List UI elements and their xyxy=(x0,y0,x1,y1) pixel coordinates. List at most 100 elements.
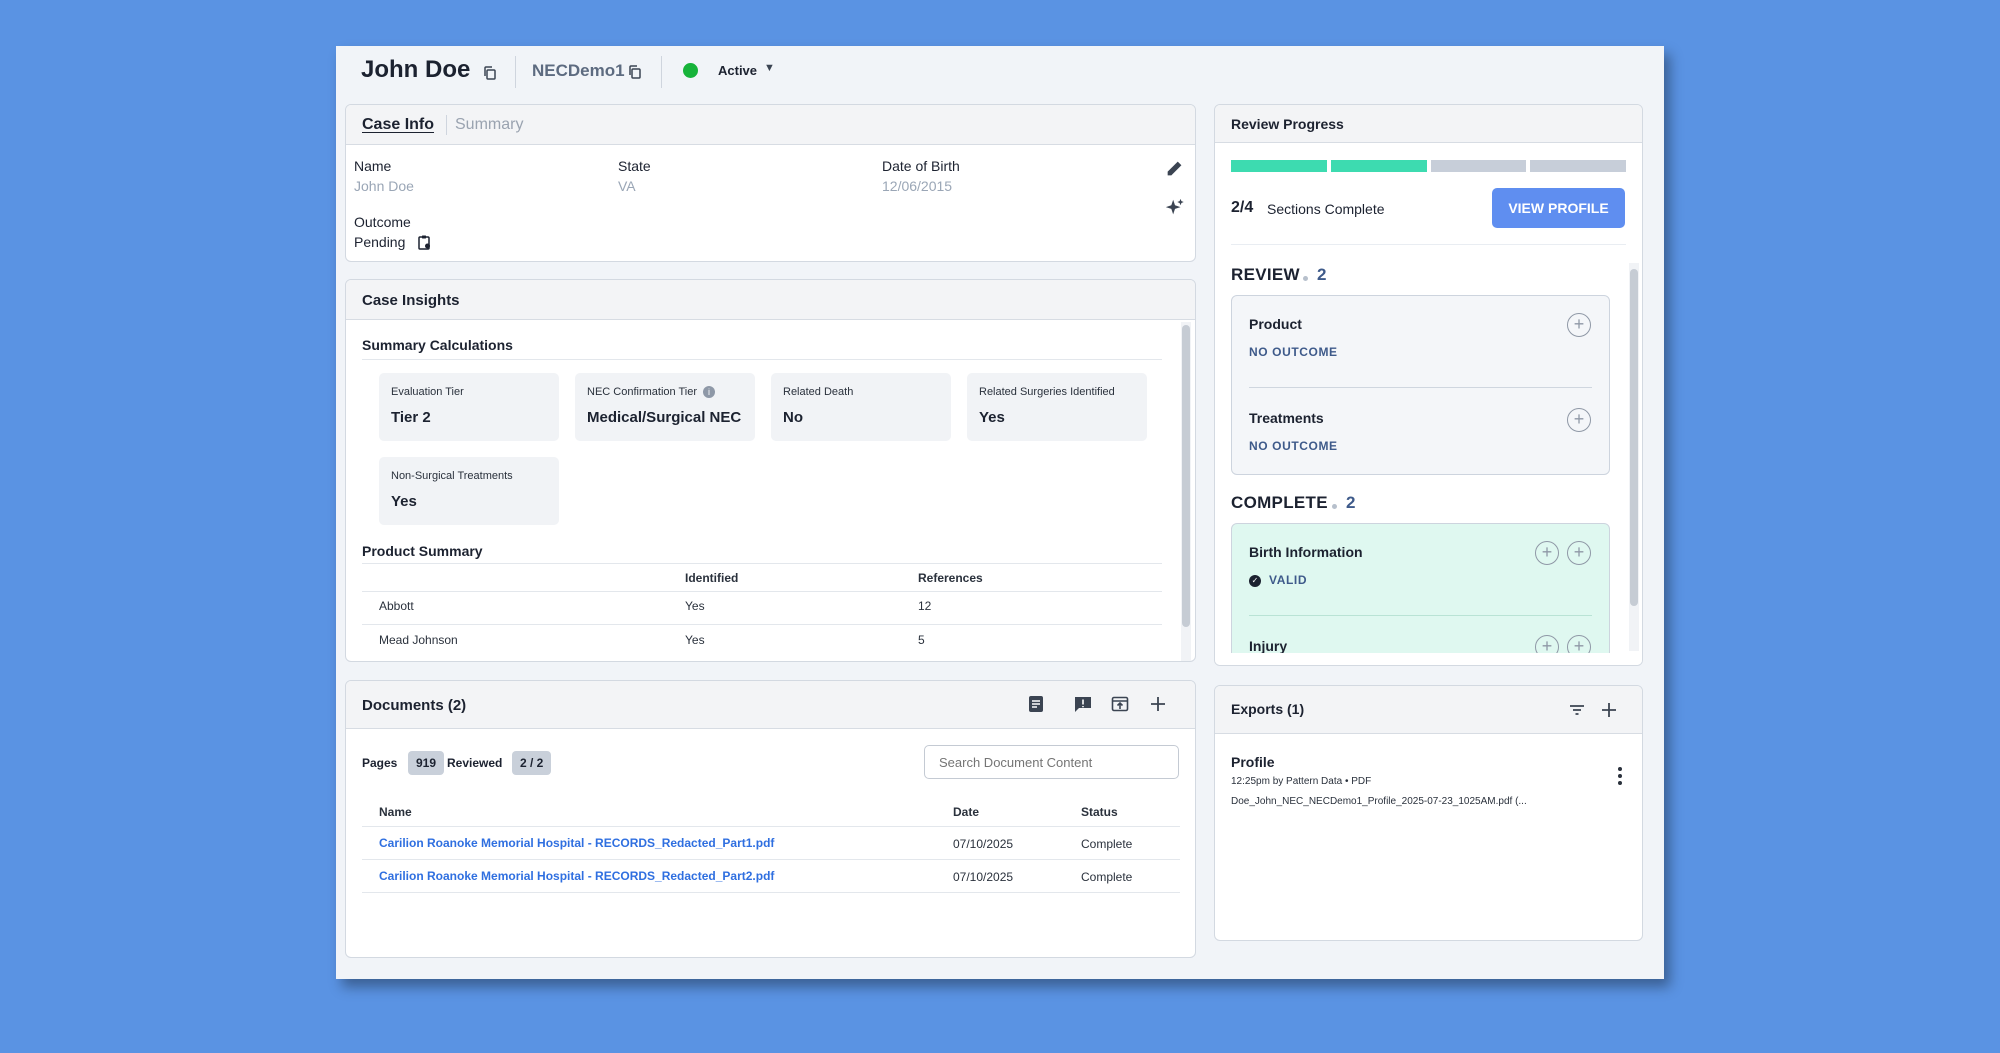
section-title: Product xyxy=(1249,316,1302,332)
scrollbar[interactable] xyxy=(1629,263,1639,651)
outcome-label: Outcome xyxy=(354,214,411,230)
progress-segment xyxy=(1430,160,1527,172)
section-status: NO OUTCOME xyxy=(1249,439,1338,453)
complete-group-card: Birth Information ✓ VALID + + Injury + + xyxy=(1231,523,1610,665)
document-link[interactable]: Carilion Roanoke Memorial Hospital - REC… xyxy=(379,836,774,850)
divider xyxy=(1249,615,1592,616)
state-label: State xyxy=(618,158,651,174)
case-info-tabs: Case Info Summary xyxy=(346,105,1195,145)
status-indicator xyxy=(683,63,698,78)
column-header: Name xyxy=(379,805,412,819)
section-title: Birth Information xyxy=(1249,544,1363,560)
product-name: Abbott xyxy=(379,599,414,613)
status-dropdown[interactable]: Active xyxy=(718,63,757,78)
review-group-count: 2 xyxy=(1317,265,1327,284)
sparkle-icon[interactable] xyxy=(1164,197,1186,219)
card-value: Medical/Surgical NEC xyxy=(587,409,742,426)
scroll-clip xyxy=(1215,653,1642,665)
case-insights-header: Case Insights xyxy=(346,280,1195,320)
document-status: Complete xyxy=(1081,837,1133,851)
section-status: VALID xyxy=(1269,573,1308,587)
edit-icon[interactable] xyxy=(1164,157,1186,179)
reviewed-label: Reviewed xyxy=(447,756,503,770)
exports-header: Exports (1) xyxy=(1215,686,1642,734)
dob-label: Date of Birth xyxy=(882,158,960,174)
divider xyxy=(362,359,1162,360)
tab-summary[interactable]: Summary xyxy=(455,116,523,134)
copy-icon[interactable] xyxy=(482,65,498,81)
column-header: Date xyxy=(953,805,980,819)
card-value: Tier 2 xyxy=(391,409,431,426)
view-profile-button[interactable]: VIEW PROFILE xyxy=(1492,188,1625,228)
add-icon[interactable] xyxy=(1148,694,1168,714)
search-document-input[interactable] xyxy=(924,745,1179,779)
review-progress-header: Review Progress xyxy=(1215,105,1642,143)
product-name: Mead Johnson xyxy=(379,633,458,647)
check-circle-icon: ✓ xyxy=(1249,575,1261,587)
progress-bar xyxy=(1231,160,1626,172)
scrollbar[interactable] xyxy=(1181,322,1191,661)
card-related-surgeries: Related Surgeries Identified Yes xyxy=(967,373,1147,441)
state-value: VA xyxy=(618,178,636,194)
export-meta: 12:25pm by Pattern Data • PDF xyxy=(1231,776,1372,787)
divider xyxy=(362,859,1180,860)
review-group-card: Product NO OUTCOME + Treatments NO OUTCO… xyxy=(1231,295,1610,475)
card-label: Related Surgeries Identified xyxy=(979,386,1115,398)
document-date: 07/10/2025 xyxy=(953,870,1014,884)
comment-alert-icon[interactable] xyxy=(1073,694,1093,714)
divider xyxy=(362,563,1162,564)
patient-name: John Doe xyxy=(361,56,471,83)
export-title: Profile xyxy=(1231,754,1275,770)
tab-case-info[interactable]: Case Info xyxy=(362,116,434,134)
card-label: Evaluation Tier xyxy=(391,386,464,398)
add-circle-icon[interactable]: + xyxy=(1567,313,1591,337)
column-header: References xyxy=(918,571,983,585)
document-icon[interactable] xyxy=(1026,694,1046,714)
app-window: John Doe NECDemo1 Active ▼ Case Info Sum… xyxy=(336,46,1664,979)
reviewed-count-badge: 2 / 2 xyxy=(512,751,552,775)
product-identified: Yes xyxy=(685,633,705,647)
progress-segment xyxy=(1231,160,1327,172)
column-header: Identified xyxy=(685,571,739,585)
case-info-panel: Case Info Summary Name John Doe State VA… xyxy=(345,104,1196,262)
card-label: Related Death xyxy=(783,386,854,398)
documents-panel: Documents (2) Pages 919 Reviewed 2 / 2 N… xyxy=(345,680,1196,958)
divider xyxy=(661,56,662,88)
card-non-surgical-treatments: Non-Surgical Treatments Yes xyxy=(379,457,559,525)
progress-text: Sections Complete xyxy=(1267,201,1385,217)
card-value: No xyxy=(783,409,803,426)
pages-count-badge: 919 xyxy=(408,751,445,775)
product-identified: Yes xyxy=(685,599,705,613)
panel-title: Case Insights xyxy=(362,292,460,309)
upload-icon[interactable] xyxy=(1110,694,1130,714)
separator-dot xyxy=(1303,276,1308,281)
product-references: 5 xyxy=(918,633,925,647)
clipboard-icon[interactable] xyxy=(416,234,432,250)
divider xyxy=(362,624,1162,625)
copy-icon[interactable] xyxy=(627,64,643,80)
export-filename: Doe_John_NEC_NECDemo1_Profile_2025-07-23… xyxy=(1231,796,1527,807)
documents-header: Documents (2) xyxy=(346,681,1195,729)
add-icon[interactable] xyxy=(1599,700,1619,720)
divider xyxy=(515,56,516,88)
more-vertical-icon[interactable] xyxy=(1610,765,1630,787)
add-circle-icon[interactable]: + xyxy=(1567,408,1591,432)
filter-icon[interactable] xyxy=(1567,700,1587,720)
case-header: John Doe NECDemo1 Active ▼ xyxy=(336,46,1664,96)
exports-panel: Exports (1) Profile 12:25pm by Pattern D… xyxy=(1214,685,1643,941)
info-icon[interactable]: i xyxy=(703,386,716,399)
case-id: NECDemo1 xyxy=(532,61,625,80)
divider xyxy=(1249,387,1592,388)
summary-calculations-title: Summary Calculations xyxy=(362,337,513,353)
review-group-label: REVIEW xyxy=(1231,265,1300,284)
add-circle-icon[interactable]: + xyxy=(1567,541,1591,565)
scrollbar-thumb[interactable] xyxy=(1182,325,1190,627)
section-title: Injury xyxy=(1249,638,1288,654)
add-circle-icon[interactable]: + xyxy=(1535,541,1559,565)
chevron-down-icon[interactable]: ▼ xyxy=(764,62,775,74)
document-link[interactable]: Carilion Roanoke Memorial Hospital - REC… xyxy=(379,869,774,883)
scrollbar-thumb[interactable] xyxy=(1630,269,1638,606)
product-references: 12 xyxy=(918,599,932,613)
card-value: Yes xyxy=(979,409,1005,426)
progress-count: 2/4 xyxy=(1231,199,1254,216)
